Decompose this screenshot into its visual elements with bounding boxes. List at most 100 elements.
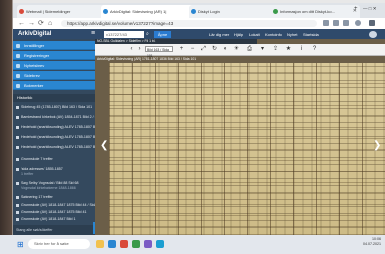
profile-icon[interactable] bbox=[355, 20, 361, 26]
image-viewer[interactable]: NO-SBL Gulldalen > Sidefilm > Fil 1 bl. … bbox=[95, 39, 385, 235]
header-link-account[interactable]: Kontoinfo bbox=[265, 31, 282, 38]
browser-tab-strip: Webmail | Sidemeldinger ✕ ArkivDigital: … bbox=[13, 3, 385, 18]
history-item[interactable]: 'sida adresses' 1855-1857 1 treffer bbox=[16, 167, 92, 178]
page-select[interactable]: Bild 163 / Sida 101 bbox=[145, 46, 173, 58]
arkivdigital-favicon-icon bbox=[103, 9, 108, 14]
history-item[interactable]: Hedehold (snarkiksunding) ALEV 1785-1807… bbox=[16, 125, 119, 134]
user-avatar[interactable] bbox=[369, 30, 377, 38]
volume-icon bbox=[16, 218, 19, 221]
browser-tab-diskyt-login[interactable]: Diskyt Login ✕ bbox=[189, 5, 278, 18]
sidebar-item-label: Sidebrev bbox=[24, 73, 40, 78]
history-item[interactable]: Grunnskole (AV) 1818-1847 1875 Bild 41 bbox=[16, 210, 92, 217]
sidebar-item-settings[interactable]: Innstillinger bbox=[13, 41, 95, 50]
sidebar-item-label: Nyhetsbrev bbox=[24, 63, 45, 68]
header-link-news[interactable]: Nyhet bbox=[287, 31, 297, 38]
print-icon[interactable]: ⎙ bbox=[245, 45, 254, 54]
history-item[interactable]: Grunnskole (AV) 1818-1847 Bild 1 bbox=[16, 217, 92, 224]
system-clock[interactable]: 10:06 04.07.2021 bbox=[363, 237, 381, 247]
taskbar-app-icon[interactable] bbox=[108, 240, 116, 248]
tab-label: Informasjon om ditt Diskyt-ko... bbox=[280, 9, 335, 14]
taskbar-app-icon[interactable] bbox=[144, 240, 152, 248]
save-icon[interactable]: ▾ bbox=[258, 45, 267, 54]
browser-address-bar: ← → ⟳ ⌂ https://app.arkivdigital.se/volu… bbox=[13, 18, 385, 29]
taskbar-app-icon[interactable] bbox=[96, 240, 104, 248]
sidebar-item-bookmarks[interactable]: Bokmerker bbox=[13, 81, 95, 90]
webmail-favicon-icon bbox=[19, 9, 24, 14]
history-item[interactable]: Grunnskole 7 treffer bbox=[16, 157, 92, 166]
zoom-in-icon[interactable]: + bbox=[177, 45, 186, 54]
header-link-home[interactable]: Startsida bbox=[303, 31, 319, 38]
app-header: ArkivDigital ≡ v137227/43 ⌕ Åpne Lär dig… bbox=[13, 29, 385, 39]
browser-tab-webmail[interactable]: Webmail | Sidemeldinger ✕ bbox=[17, 5, 108, 18]
open-button[interactable]: Åpne bbox=[154, 30, 171, 38]
search-icon[interactable]: ⌕ bbox=[146, 31, 151, 38]
rotate-icon[interactable]: ↻ bbox=[210, 45, 219, 54]
browser-tab-arkivdigital[interactable]: ArkivDigital: Sidevisning (AR) 1| ✕ bbox=[101, 5, 196, 18]
browser-menu-icon[interactable] bbox=[369, 20, 375, 26]
brightness-icon[interactable]: ☀ bbox=[232, 45, 241, 54]
bookmark-icon[interactable]: ★ bbox=[284, 45, 293, 54]
taskbar-app-icon[interactable] bbox=[156, 240, 164, 248]
next-page-icon[interactable]: › bbox=[135, 45, 144, 54]
volume-icon bbox=[16, 126, 19, 129]
start-windows-icon[interactable]: ⊞ bbox=[17, 240, 24, 249]
volume-icon bbox=[16, 211, 19, 214]
tab-label: ArkivDigital: Sidevisning (AR) 1| bbox=[110, 9, 167, 14]
browser-tab-diskyt-info[interactable]: Informasjon om ditt Diskyt-ko... ✕ bbox=[271, 5, 360, 18]
scanned-ledger-page[interactable] bbox=[109, 63, 385, 235]
viewer-toolbar: ‹ › Bild 163 / Sida 101 + − ⤢ ↻ ◐ ☀ ⎙ ▾ … bbox=[95, 44, 385, 58]
forward-arrow-icon[interactable]: → bbox=[28, 19, 35, 28]
sidebar-item-registrations[interactable]: Registreringer bbox=[13, 51, 95, 60]
sidebar-item-newsletter[interactable]: Nyhetsbrev bbox=[13, 61, 95, 70]
taskbar-app-icon[interactable] bbox=[120, 240, 128, 248]
reload-icon[interactable]: ⟳ bbox=[38, 19, 44, 28]
history-item[interactable]: Bamlestrand kirkebok (AV) 1854-1871 Bild… bbox=[16, 115, 105, 124]
source-icon[interactable]: i bbox=[297, 45, 306, 54]
settings-icon bbox=[16, 43, 20, 48]
history-item[interactable]: Hedehold (snarkiksunding) ALEV 1785-1807… bbox=[16, 145, 104, 154]
next-image-icon[interactable]: ❯ bbox=[373, 140, 381, 151]
history-item[interactable]: Sidebrug 45 (1785-1807) Bild 163 / Sida … bbox=[16, 105, 92, 114]
header-link-learn-more[interactable]: Lär dig mer bbox=[209, 31, 229, 38]
new-tab-button[interactable]: + bbox=[354, 6, 358, 12]
search-icon bbox=[16, 168, 19, 171]
history-title: Historikk bbox=[17, 95, 33, 100]
url-field[interactable]: https://app.arkivdigital.se/volume/v1372… bbox=[61, 20, 317, 27]
history-item[interactable]: Søg Selby Vognsdal / Bild 88 Sid 68 Vogns… bbox=[16, 181, 92, 192]
zoom-out-icon[interactable]: − bbox=[188, 45, 197, 54]
history-item-title: Grunnskole 7 treffer bbox=[21, 157, 53, 161]
search-icon bbox=[16, 196, 19, 199]
back-arrow-icon[interactable]: ← bbox=[18, 19, 25, 28]
extensions-icon[interactable] bbox=[323, 20, 329, 26]
history-item[interactable]: Grunnskole (AV) 1818-1847 1875 Bild 44 /… bbox=[16, 203, 102, 210]
history-section-header[interactable]: Historikk bbox=[13, 94, 95, 102]
header-link-local[interactable]: Lokalt bbox=[249, 31, 260, 38]
taskbar-search-input[interactable]: Skriv her for å søke bbox=[28, 239, 90, 249]
sidebar-item-label: Innstillinger bbox=[24, 43, 45, 48]
home-icon[interactable]: ⌂ bbox=[48, 19, 52, 28]
header-link-help[interactable]: Hjälp bbox=[234, 31, 243, 38]
contrast-icon[interactable]: ◐ bbox=[221, 45, 230, 54]
hamburger-menu-icon[interactable]: ≡ bbox=[91, 30, 95, 38]
tab-label: Diskyt Login bbox=[198, 9, 220, 14]
clock-date: 04.07.2021 bbox=[363, 242, 381, 246]
window-controls[interactable]: — □ ✕ bbox=[363, 6, 377, 12]
volume-icon bbox=[16, 136, 19, 139]
volume-search-input[interactable]: v137227/43 bbox=[104, 30, 144, 38]
taskbar-app-icon[interactable] bbox=[132, 240, 140, 248]
favorites-icon[interactable] bbox=[333, 20, 339, 26]
help-icon[interactable]: ? bbox=[310, 45, 319, 54]
collections-icon[interactable] bbox=[343, 20, 349, 26]
newsletter-icon bbox=[16, 63, 20, 68]
sidebar-footer[interactable]: Stang alle søk/sökeffer bbox=[13, 225, 95, 235]
arkivdigital-logo[interactable]: ArkivDigital bbox=[18, 30, 51, 38]
page-icon bbox=[16, 73, 20, 78]
share-icon[interactable]: ⇪ bbox=[271, 45, 280, 54]
history-item-title: Grunnskole (AV) 1818-1847 1875 Bild 41 bbox=[21, 210, 87, 214]
sidebar-item-page-letters[interactable]: Sidebrev bbox=[13, 71, 95, 80]
previous-image-icon[interactable]: ❮ bbox=[100, 140, 108, 151]
history-item-title: Sidebrug 45 (1785-1807) Bild 163 / Sida … bbox=[21, 105, 93, 109]
search-icon bbox=[16, 182, 19, 185]
fit-icon[interactable]: ⤢ bbox=[199, 45, 208, 54]
history-item[interactable]: Hedehold (snarkiksunding) ALEV 1785-1807… bbox=[16, 135, 104, 144]
